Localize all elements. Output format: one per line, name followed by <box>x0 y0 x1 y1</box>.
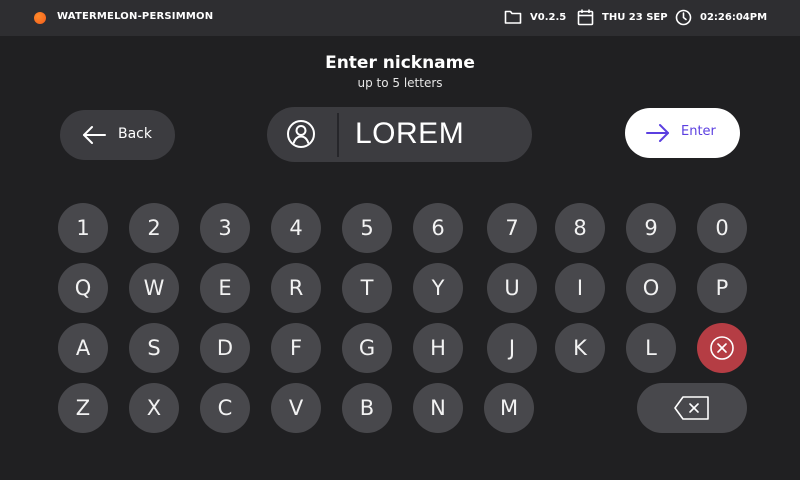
page-subtitle: up to 5 letters <box>357 76 443 90</box>
back-button-label: Back <box>118 126 152 142</box>
key[interactable]: 0 <box>697 203 747 253</box>
key[interactable]: 1 <box>58 203 108 253</box>
key[interactable]: U <box>487 263 537 313</box>
nickname-value: LOREM <box>355 117 465 150</box>
key[interactable]: 4 <box>271 203 321 253</box>
clear-circle-icon <box>710 336 734 360</box>
status-bar: WATERMELON-PERSIMMON V0.2.5 THU 23 SEP 0… <box>0 0 800 36</box>
backspace-icon <box>674 396 709 420</box>
key[interactable]: J <box>487 323 537 373</box>
key[interactable]: Q <box>58 263 108 313</box>
key[interactable]: I <box>555 263 605 313</box>
version-indicator: V0.2.5 <box>504 9 566 25</box>
key[interactable]: 9 <box>626 203 676 253</box>
key[interactable]: C <box>200 383 250 433</box>
app-logo-dot <box>34 12 46 24</box>
key[interactable]: M <box>484 383 534 433</box>
app-name: WATERMELON-PERSIMMON <box>57 11 214 22</box>
nickname-input[interactable]: LOREM <box>267 107 532 162</box>
page-title: Enter nickname <box>325 53 475 73</box>
key[interactable]: F <box>271 323 321 373</box>
key[interactable]: T <box>342 263 392 313</box>
clock-icon <box>675 9 692 26</box>
key[interactable]: 8 <box>555 203 605 253</box>
key[interactable]: O <box>626 263 676 313</box>
key[interactable]: W <box>129 263 179 313</box>
key[interactable]: 6 <box>413 203 463 253</box>
key[interactable]: L <box>626 323 676 373</box>
arrow-left-icon <box>83 126 106 144</box>
key[interactable]: Z <box>58 383 108 433</box>
key[interactable]: H <box>413 323 463 373</box>
key[interactable]: V <box>271 383 321 433</box>
key[interactable]: K <box>555 323 605 373</box>
key[interactable]: 5 <box>342 203 392 253</box>
key[interactable]: D <box>200 323 250 373</box>
time-text: 02:26:04PM <box>700 12 768 23</box>
key[interactable]: S <box>129 323 179 373</box>
key[interactable]: 7 <box>487 203 537 253</box>
date-text: THU 23 SEP <box>602 12 668 23</box>
clear-key[interactable] <box>697 323 747 373</box>
key[interactable]: E <box>200 263 250 313</box>
key[interactable]: X <box>129 383 179 433</box>
arrow-right-icon <box>646 124 669 142</box>
key[interactable]: Y <box>413 263 463 313</box>
key[interactable]: B <box>342 383 392 433</box>
key[interactable]: G <box>342 323 392 373</box>
folder-icon <box>504 10 522 24</box>
time-indicator: 02:26:04PM <box>675 9 767 26</box>
user-icon <box>287 120 315 148</box>
key[interactable]: 3 <box>200 203 250 253</box>
key[interactable]: P <box>697 263 747 313</box>
calendar-icon <box>577 9 594 26</box>
key[interactable]: N <box>413 383 463 433</box>
enter-button[interactable]: Enter <box>625 108 740 158</box>
backspace-key[interactable] <box>637 383 747 433</box>
date-indicator: THU 23 SEP <box>577 9 668 26</box>
version-text: V0.2.5 <box>530 11 567 23</box>
key[interactable]: A <box>58 323 108 373</box>
field-divider <box>337 113 339 157</box>
enter-button-label: Enter <box>681 124 716 139</box>
key[interactable]: R <box>271 263 321 313</box>
key[interactable]: 2 <box>129 203 179 253</box>
back-button[interactable]: Back <box>60 110 175 160</box>
